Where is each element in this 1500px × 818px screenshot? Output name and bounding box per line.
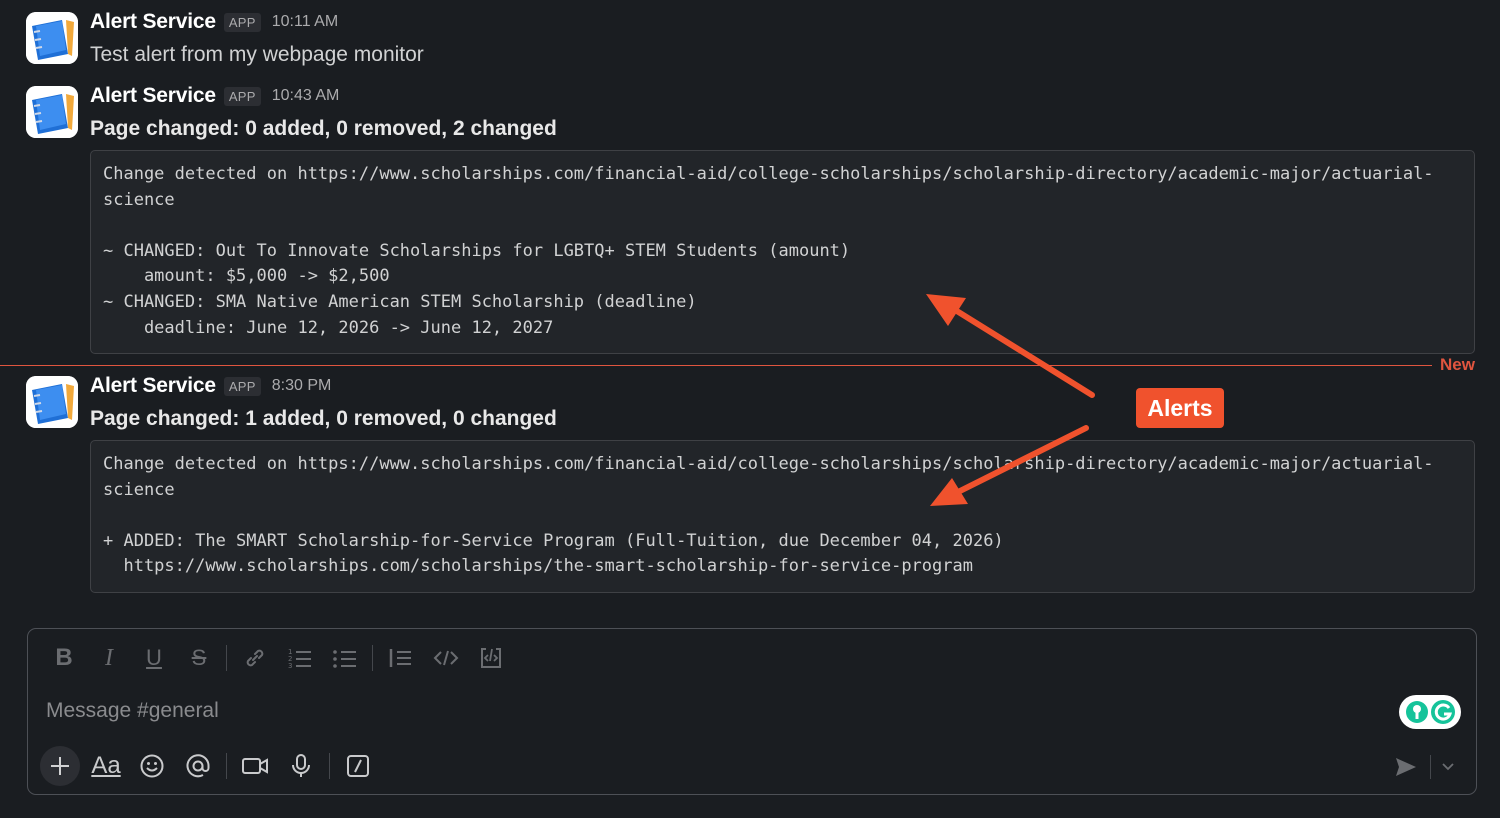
code-line: Change detected on https://www.scholarsh… [103,454,1434,474]
strikethrough-icon[interactable]: S [179,640,219,676]
video-icon[interactable] [235,746,275,786]
sender-name[interactable]: Alert Service [90,84,216,108]
code-block: Change detected on https://www.scholarsh… [90,440,1475,593]
toolbar-divider [226,645,227,671]
plus-icon[interactable] [40,746,80,786]
new-messages-divider [0,365,1432,366]
notebook-icon [26,376,78,428]
code-line: science [103,479,175,500]
app-avatar[interactable] [26,376,78,428]
message-header: Alert Service APP 10:11 AM [90,10,338,34]
timestamp[interactable]: 8:30 PM [272,377,332,395]
text-format-label: Aa [91,752,121,779]
bold-icon[interactable]: B [44,640,84,676]
mention-icon[interactable] [178,746,218,786]
code-line: Change detected on https://www.scholarsh… [103,164,1434,184]
message-input[interactable]: Message #general [46,699,219,723]
app-badge: APP [223,12,261,32]
slack-channel-view: Alert Service APP 10:11 AM Test alert fr… [0,0,1500,818]
code-line: ~ CHANGED: Out To Innovate Scholarships … [103,240,851,261]
notebook-icon [26,12,78,64]
app-badge: APP [223,86,261,106]
link-icon[interactable] [235,640,275,676]
svg-text:3: 3 [288,662,292,670]
message-header: Alert Service APP 8:30 PM [90,374,331,398]
composer-actions: Aa [40,745,384,787]
bulleted-list-icon[interactable] [325,640,365,676]
underline-icon[interactable]: U [134,640,174,676]
app-avatar[interactable] [26,86,78,138]
chevron-down-icon[interactable] [1436,749,1460,785]
send-icon[interactable] [1388,749,1424,785]
code-line: amount: $5,000 -> $2,500 [103,266,390,287]
toolbar-divider [226,753,227,779]
message-composer[interactable]: B I U S 123 Message #general Aa [27,628,1477,795]
code-block: Change detected on https://www.scholarsh… [90,150,1475,354]
code-block-icon[interactable] [471,640,511,676]
sender-name[interactable]: Alert Service [90,10,216,34]
new-messages-label: New [1440,355,1475,374]
blockquote-icon[interactable] [381,640,421,676]
code-icon[interactable] [426,640,466,676]
message-header: Alert Service APP 10:43 AM [90,84,339,108]
message-text: Test alert from my webpage monitor [90,43,424,66]
message-text: Page changed: 0 added, 0 removed, 2 chan… [90,117,557,140]
code-line: https://www.scholarships.com/scholarship… [103,556,973,577]
message-text: Page changed: 1 added, 0 removed, 0 chan… [90,407,557,430]
code-line: science [103,189,175,210]
emoji-icon[interactable] [132,746,172,786]
code-line: ~ CHANGED: SMA Native American STEM Scho… [103,291,697,312]
ordered-list-icon[interactable]: 123 [280,640,320,676]
microphone-icon[interactable] [281,746,321,786]
send-divider [1430,755,1431,779]
timestamp[interactable]: 10:43 AM [272,87,340,105]
alerts-annotation-label: Alerts [1136,388,1224,428]
code-line: + ADDED: The SMART Scholarship-for-Servi… [103,530,1004,551]
text-format-icon[interactable]: Aa [86,746,126,786]
notebook-icon [26,86,78,138]
sender-name[interactable]: Alert Service [90,374,216,398]
grammarly-icon [1406,700,1455,724]
timestamp[interactable]: 10:11 AM [272,13,338,31]
toolbar-divider [329,753,330,779]
app-avatar[interactable] [26,12,78,64]
italic-icon[interactable]: I [89,640,129,676]
code-line: deadline: June 12, 2026 -> June 12, 2027 [103,317,554,338]
grammarly-widget[interactable] [1399,695,1461,729]
slash-command-icon[interactable] [338,746,378,786]
app-badge: APP [223,376,261,396]
formatting-toolbar: B I U S 123 [44,639,516,677]
toolbar-divider [372,645,373,671]
